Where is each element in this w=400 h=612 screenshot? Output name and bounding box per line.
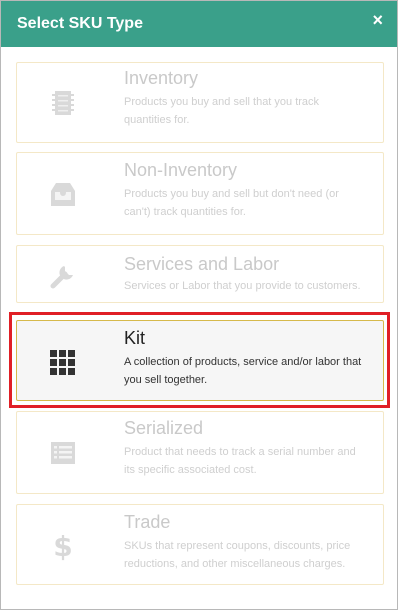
wrench-icon xyxy=(50,266,73,289)
sku-option-inventory[interactable]: Inventory Products you buy and sell that… xyxy=(16,62,384,143)
barcode-icon xyxy=(52,91,74,115)
svg-text:$: $ xyxy=(53,530,72,561)
sku-option-name: Serialized xyxy=(124,418,204,438)
dollar-icon: $ xyxy=(53,530,72,561)
select-sku-type-dialog: Select SKU Type × Inventory Products you… xyxy=(0,0,398,610)
sku-option-description: Products you buy and sell but don't need… xyxy=(124,188,339,218)
sku-option-services-and-labor[interactable]: Services and Labor Services or Labor tha… xyxy=(16,245,384,303)
grid-icon xyxy=(50,350,75,375)
sku-option-name: Kit xyxy=(124,328,146,348)
inbox-tray-icon xyxy=(51,183,75,206)
sku-option-description: Product that needs to track a serial num… xyxy=(124,446,356,476)
sku-option-description: A collection of products, service and/or… xyxy=(124,356,362,386)
sku-option-kit[interactable]: Kit A collection of products, service an… xyxy=(16,320,384,401)
close-icon[interactable]: × xyxy=(372,10,383,30)
sku-option-name: Non-Inventory xyxy=(124,160,238,180)
sku-option-non-inventory[interactable]: Non-Inventory Products you buy and sell … xyxy=(16,152,384,235)
sku-option-name: Trade xyxy=(124,512,171,532)
sku-option-name: Services and Labor xyxy=(124,254,280,274)
dialog-title: Select SKU Type xyxy=(17,15,143,32)
dialog-header: Select SKU Type × xyxy=(1,1,397,47)
sku-option-description: SKUs that represent coupons, discounts, … xyxy=(124,540,351,570)
sku-option-serialized[interactable]: Serialized Product that needs to track a… xyxy=(16,411,384,494)
list-icon xyxy=(51,442,75,464)
sku-option-description: Services or Labor that you provide to cu… xyxy=(124,280,361,292)
sku-option-description: Products you buy and sell that you track… xyxy=(124,96,320,126)
sku-option-name: Inventory xyxy=(124,68,199,88)
sku-option-trade[interactable]: $ Trade SKUs that represent coupons, dis… xyxy=(16,504,384,585)
